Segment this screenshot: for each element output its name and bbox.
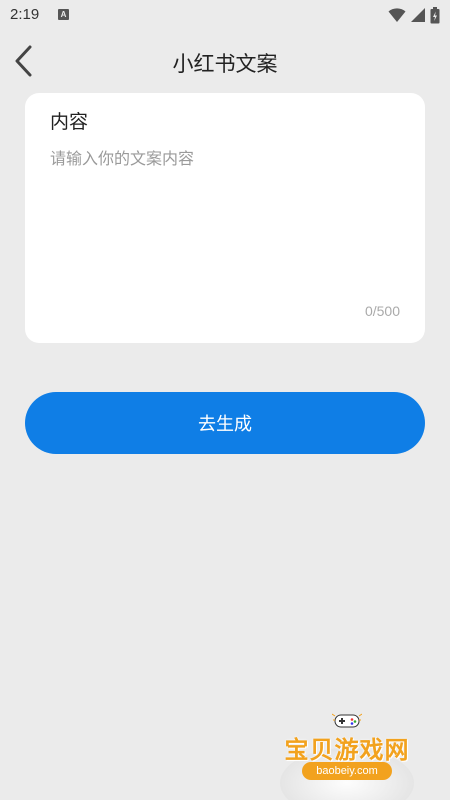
wifi-icon: [388, 8, 406, 22]
gamepad-icon: [332, 713, 362, 728]
generate-button[interactable]: 去生成: [25, 392, 425, 454]
battery-icon: [430, 6, 440, 23]
content-input[interactable]: [50, 145, 400, 295]
page-title: 小红书文案: [172, 52, 278, 76]
watermark: 宝贝游戏网 baobeiy.com: [272, 708, 422, 800]
watermark-url: baobeiy.com: [302, 762, 392, 780]
signal-icon: [411, 8, 425, 22]
content-label: 内容: [50, 111, 89, 133]
status-bar: 2:19 A: [0, 0, 450, 32]
app-screen: 2:19 A 小红书文案 内容 0/500: [0, 0, 450, 800]
watermark-title: 宝贝游戏网: [284, 736, 410, 764]
a-icon: A: [58, 9, 69, 20]
header: 小红书文案: [0, 38, 450, 84]
content-card: 内容 0/500: [25, 93, 425, 343]
status-time: 2:19: [10, 6, 40, 23]
status-icons: [388, 6, 440, 24]
char-count: 0/500: [364, 303, 400, 319]
